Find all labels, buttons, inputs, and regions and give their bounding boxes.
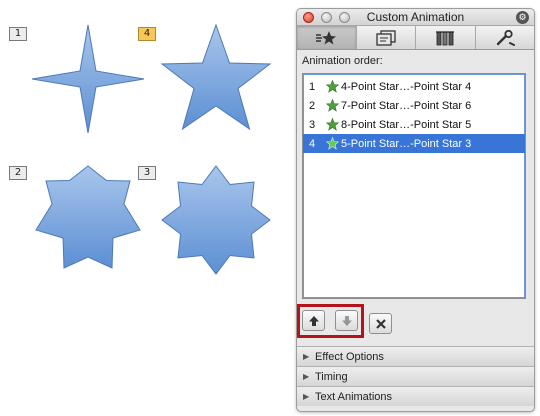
- tab-animation-effects[interactable]: [297, 26, 357, 49]
- palette-title: Custom Animation: [366, 10, 465, 24]
- row-label: 5-Point Star…-Point Star 3: [341, 137, 472, 150]
- animation-order-tag: 1: [9, 27, 27, 41]
- tab-transitions[interactable]: [357, 26, 416, 49]
- close-icon: [375, 318, 386, 329]
- tools-icon: [496, 29, 515, 46]
- slide-canvas: 1 4 2 3: [0, 0, 290, 416]
- row-index: 4: [309, 137, 316, 150]
- animation-effects-icon: [316, 30, 337, 44]
- arrow-up-icon: [308, 315, 319, 326]
- list-item[interactable]: 3 8-Point Star…-Point Star 5: [303, 115, 525, 134]
- app-window: 1 4 2 3 Custom Animation ⚙ Animation ord…: [0, 0, 540, 416]
- animation-order-tag: 2: [9, 166, 27, 180]
- remove-effect-button[interactable]: [369, 313, 392, 334]
- section-label: Effect Options: [315, 350, 384, 363]
- disclosure-triangle-icon: ▶: [303, 372, 310, 381]
- section-effect-options[interactable]: ▶ Effect Options: [297, 346, 534, 366]
- transitions-icon: [376, 29, 396, 46]
- seven-point-star-shape[interactable]: [30, 164, 146, 276]
- disclosure-triangle-icon: ▶: [303, 392, 310, 401]
- eight-point-star-shape[interactable]: [160, 164, 272, 276]
- custom-animation-palette: Custom Animation ⚙ Animation order: 1 4-…: [296, 8, 535, 412]
- disclosure-triangle-icon: ▶: [303, 352, 310, 361]
- section-label: Timing: [315, 370, 348, 383]
- section-text-animations[interactable]: ▶ Text Animations: [297, 386, 534, 406]
- arrow-down-icon: [341, 315, 352, 326]
- move-down-button[interactable]: [335, 310, 358, 331]
- list-item-selected[interactable]: 4 5-Point Star…-Point Star 3: [303, 134, 525, 153]
- tab-backgrounds[interactable]: [416, 26, 476, 49]
- animation-order-label: Animation order:: [302, 55, 383, 67]
- row-label: 4-Point Star…-Point Star 4: [341, 80, 472, 93]
- section-timing[interactable]: ▶ Timing: [297, 366, 534, 386]
- palette-titlebar[interactable]: Custom Animation ⚙: [297, 9, 534, 26]
- section-label: Text Animations: [315, 390, 393, 403]
- palette-settings-icon[interactable]: ⚙: [516, 11, 529, 24]
- entrance-star-icon: [323, 137, 341, 150]
- list-item[interactable]: 1 4-Point Star…-Point Star 4: [303, 77, 525, 96]
- entrance-star-icon: [323, 80, 341, 93]
- palette-tabs: [297, 26, 534, 50]
- row-label: 8-Point Star…-Point Star 5: [341, 118, 472, 131]
- row-index: 1: [309, 80, 316, 93]
- animation-order-list[interactable]: 1 4-Point Star…-Point Star 4 2 7-Point S…: [302, 73, 526, 299]
- move-up-button[interactable]: [302, 310, 325, 331]
- four-point-star-shape[interactable]: [30, 23, 146, 135]
- row-label: 7-Point Star…-Point Star 6: [341, 99, 472, 112]
- entrance-star-icon: [323, 118, 341, 131]
- backgrounds-icon: [436, 30, 455, 45]
- reorder-buttons-highlight: [297, 304, 364, 338]
- row-index: 3: [309, 118, 316, 131]
- five-point-star-shape[interactable]: [158, 23, 274, 135]
- row-index: 2: [309, 99, 316, 112]
- entrance-star-icon: [323, 99, 341, 112]
- list-item[interactable]: 2 7-Point Star…-Point Star 6: [303, 96, 525, 115]
- tab-tools[interactable]: [476, 26, 535, 49]
